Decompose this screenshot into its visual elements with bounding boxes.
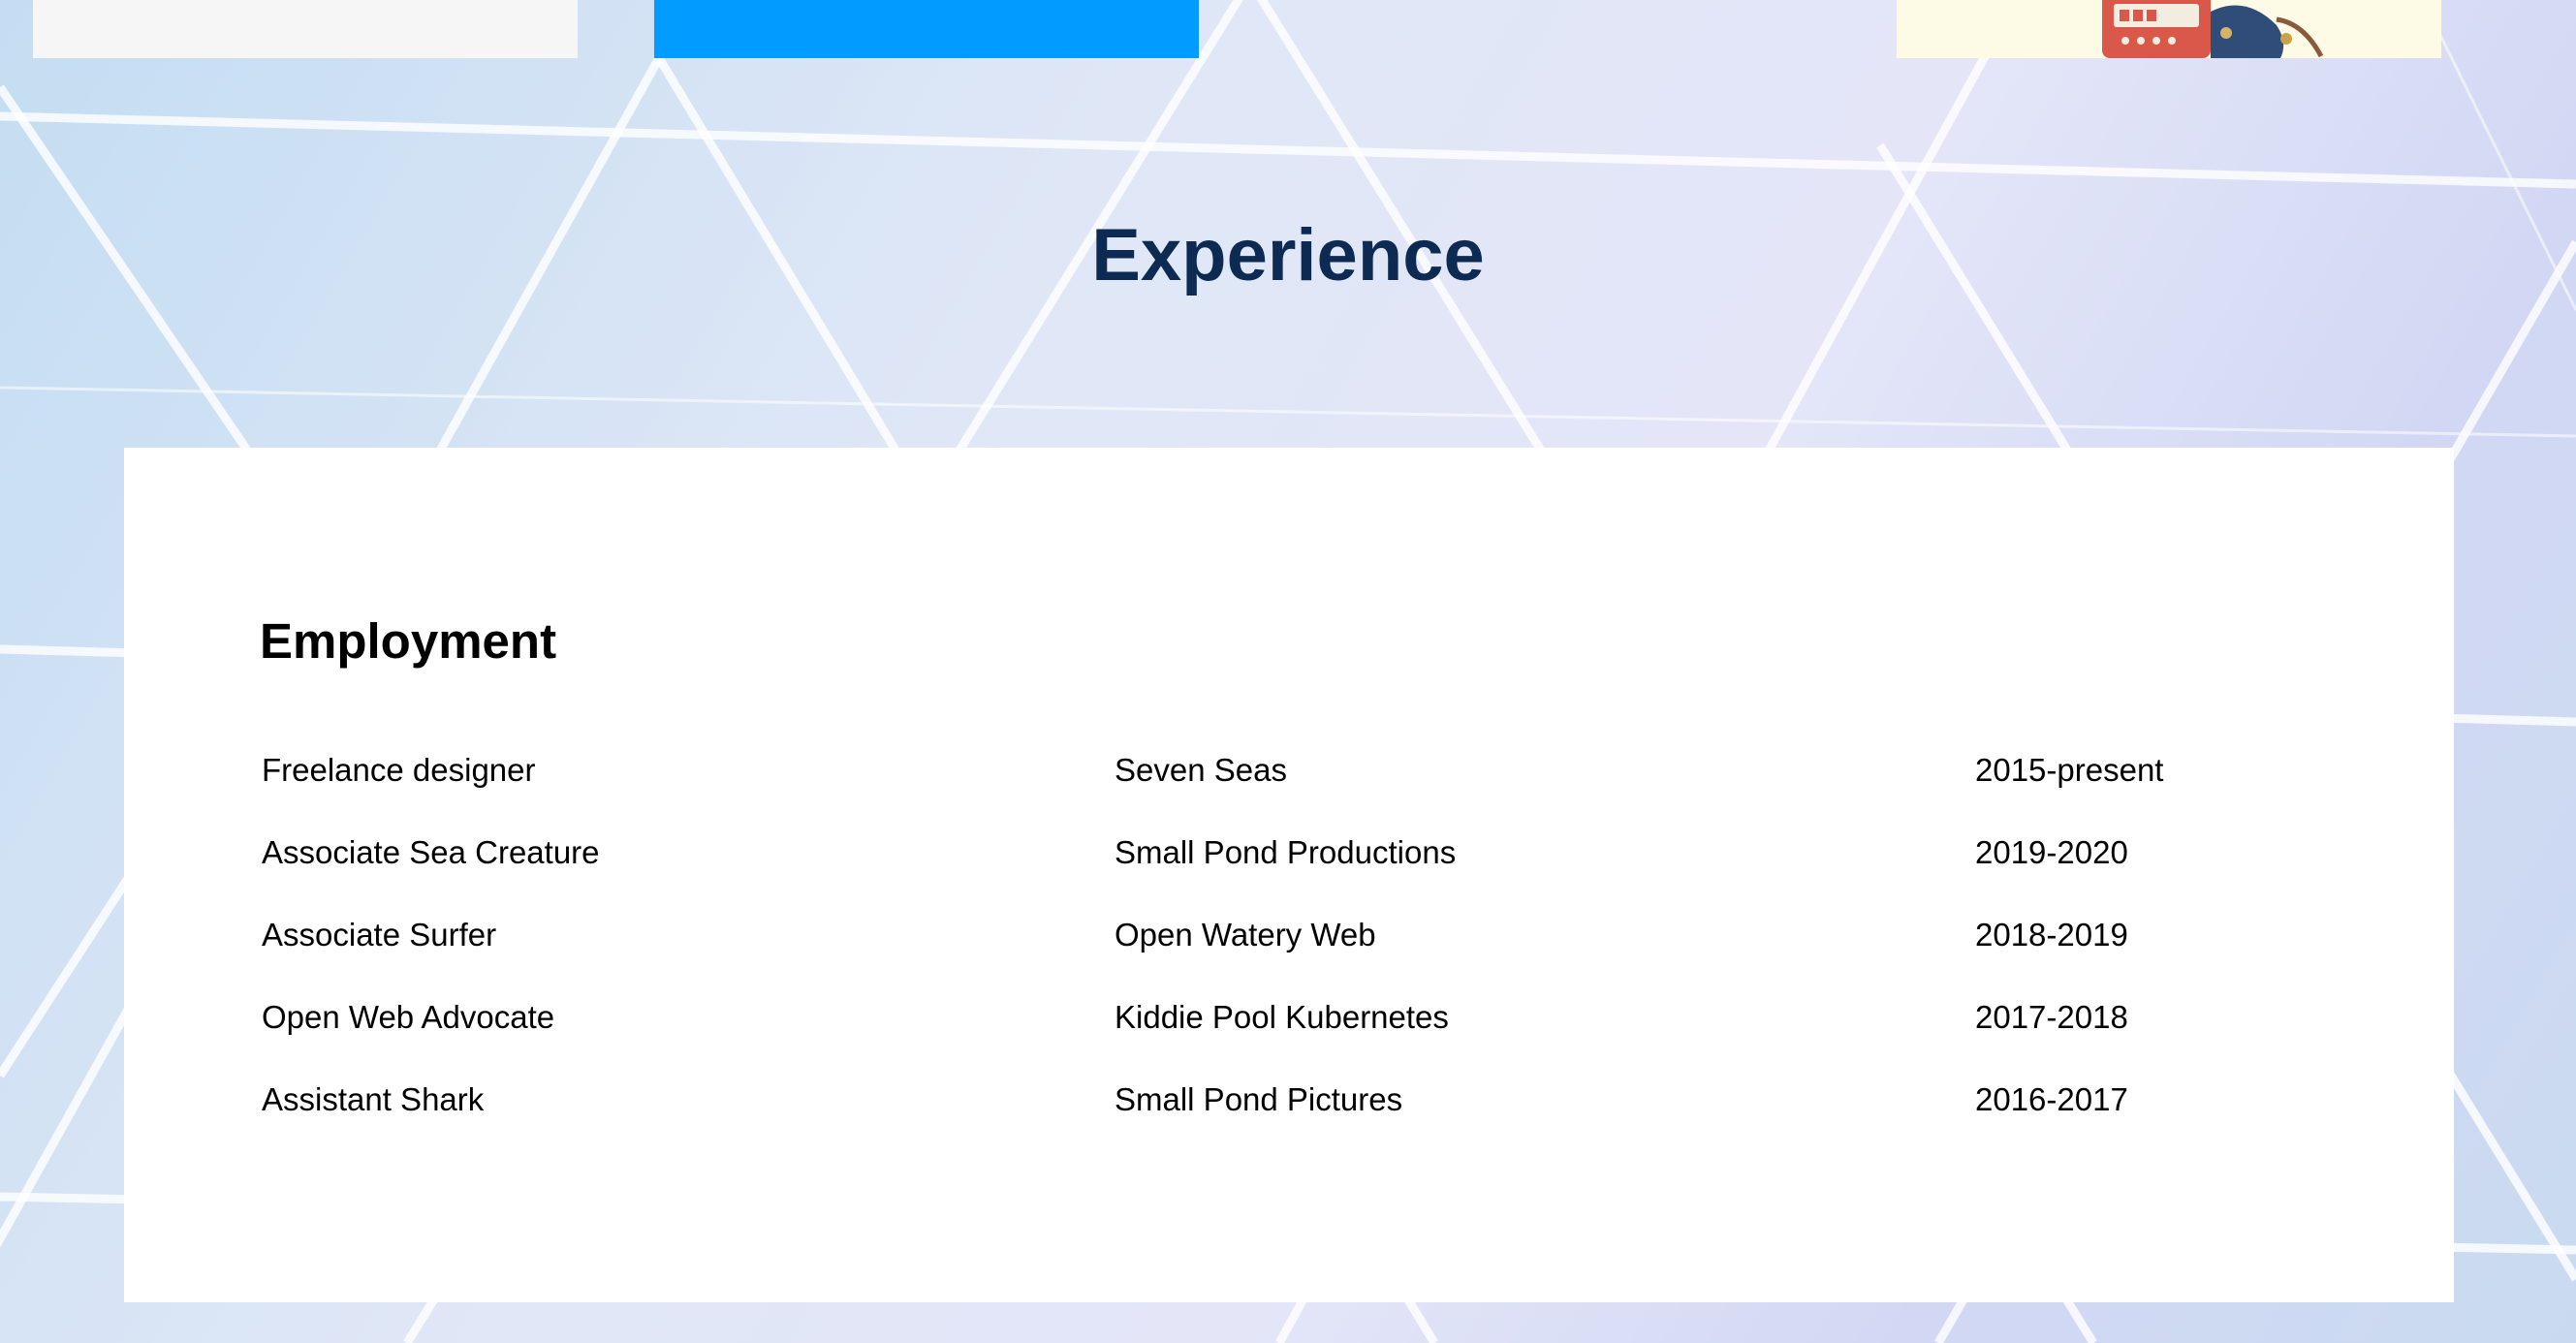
job-company: Small Pond Productions	[1115, 834, 1457, 870]
job-company: Kiddie Pool Kubernetes	[1115, 999, 1449, 1035]
table-row: Associate Surfer Open Watery Web 2018-20…	[124, 917, 2454, 975]
job-role: Associate Sea Creature	[262, 834, 600, 870]
job-dates: 2017-2018	[1975, 999, 2128, 1035]
employment-panel: Employment Freelance designer Seven Seas…	[124, 448, 2454, 1302]
table-row: Assistant Shark Small Pond Pictures 2016…	[124, 1081, 2454, 1140]
top-card-left[interactable]	[33, 0, 578, 58]
table-row: Open Web Advocate Kiddie Pool Kubernetes…	[124, 999, 2454, 1057]
toy-robot-icon	[2102, 0, 2324, 58]
job-company: Open Watery Web	[1115, 917, 1376, 953]
job-dates: 2016-2017	[1975, 1081, 2128, 1117]
job-dates: 2018-2019	[1975, 917, 2128, 953]
table-row: Freelance designer Seven Seas 2015-prese…	[124, 752, 2454, 810]
section-title: Experience	[1091, 214, 1485, 297]
job-company: Seven Seas	[1115, 752, 1287, 788]
job-dates: 2019-2020	[1975, 834, 2128, 870]
top-card-blue[interactable]	[654, 0, 1199, 58]
job-role: Open Web Advocate	[262, 999, 555, 1035]
table-row: Associate Sea Creature Small Pond Produc…	[124, 834, 2454, 892]
top-card-image[interactable]	[1897, 0, 2441, 58]
employment-heading: Employment	[260, 613, 557, 669]
job-role: Associate Surfer	[262, 917, 497, 953]
job-dates: 2015-present	[1975, 752, 2164, 788]
job-role: Assistant Shark	[262, 1081, 485, 1117]
job-company: Small Pond Pictures	[1115, 1081, 1403, 1117]
job-role: Freelance designer	[262, 752, 536, 788]
